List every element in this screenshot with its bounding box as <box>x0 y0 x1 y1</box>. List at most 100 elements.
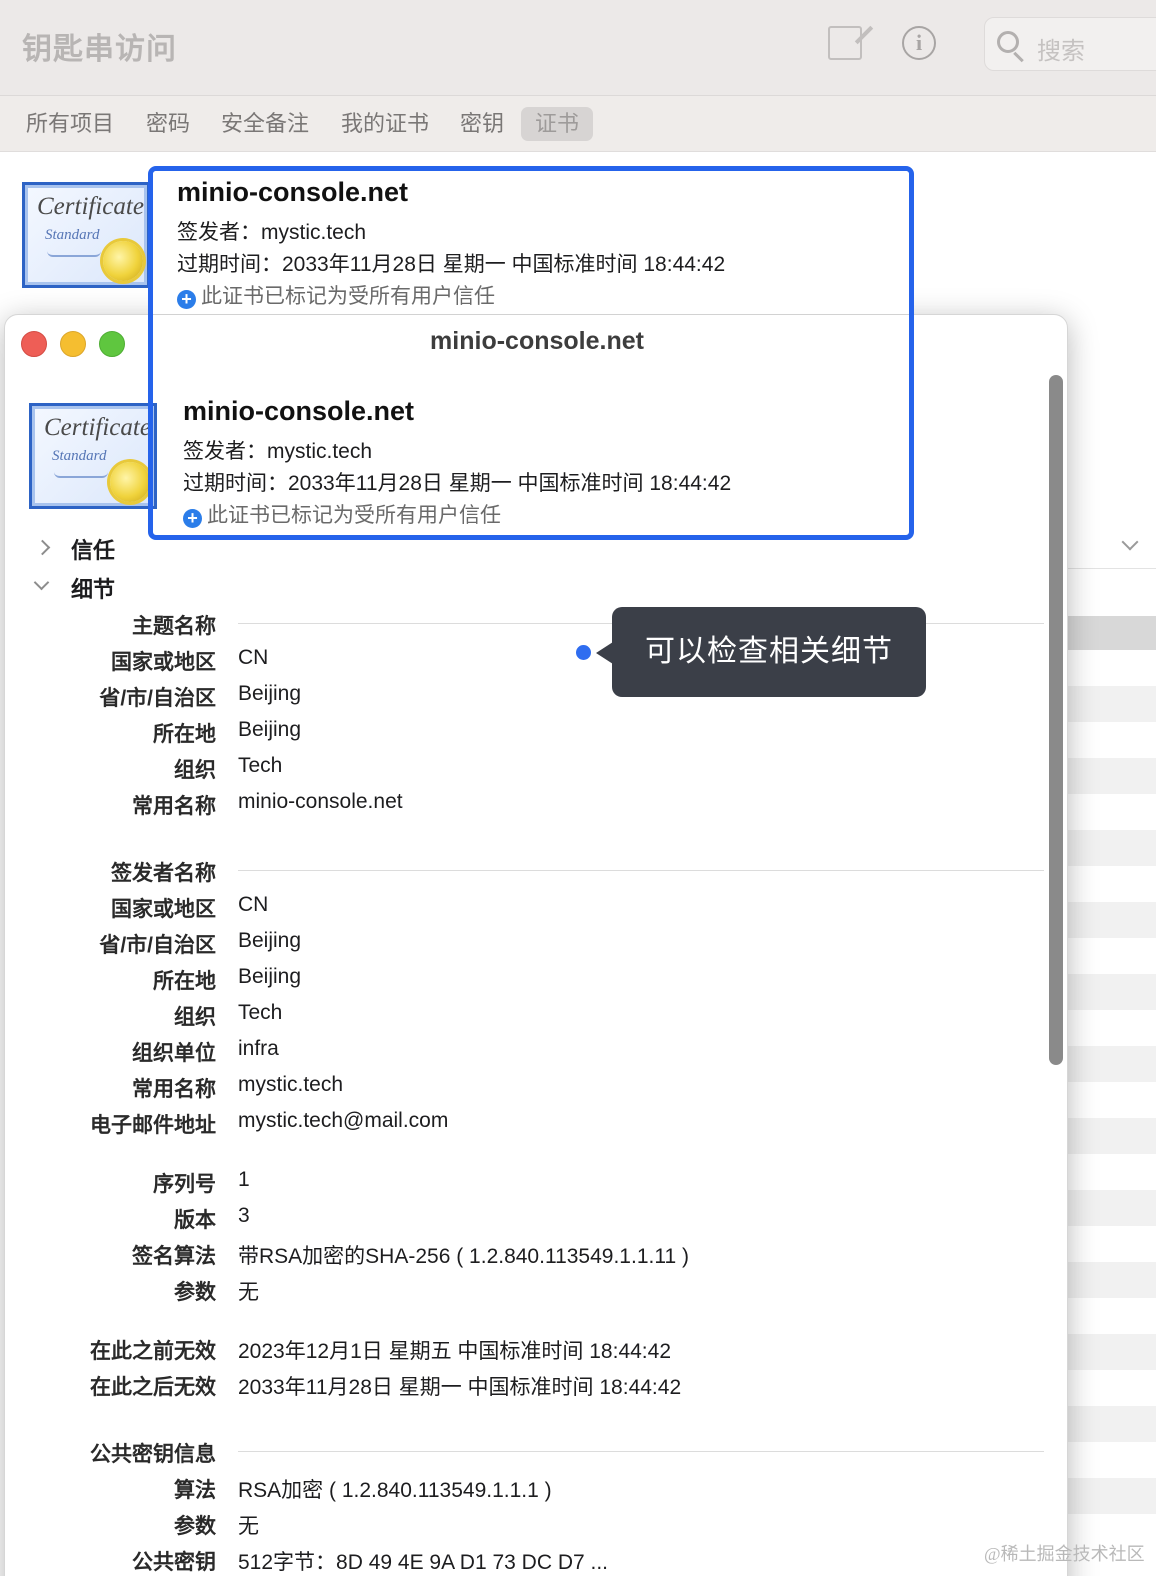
certificate-name: minio-console.net <box>177 177 409 207</box>
detail-value: 3 <box>238 1204 250 1227</box>
detail-label: 常用名称 <box>132 1078 216 1101</box>
watermark: @稀土掘金技术社区 <box>984 1544 1145 1564</box>
tab-my-certificates[interactable]: 我的证书 <box>337 107 433 141</box>
info-icon[interactable]: i <box>902 26 936 60</box>
list-row[interactable] <box>1066 1406 1156 1442</box>
certificate-icon: Certificate Standard <box>22 182 150 288</box>
detail-value: Beijing <box>238 929 302 952</box>
highlight-frame: minio-console.net 签发者：mystic.tech 过期时间：2… <box>148 166 914 540</box>
detail-value: 2033年11月28日 星期一 中国标准时间 18:44:42 <box>238 1376 682 1399</box>
trust-text: 此证书已标记为受所有用户信任 <box>207 504 501 527</box>
tooltip-anchor-dot <box>576 645 591 660</box>
detail-label: 组织单位 <box>132 1042 216 1065</box>
detail-value: Beijing <box>238 965 302 988</box>
list-row-summary[interactable]: minio-console.net 签发者：mystic.tech 过期时间：2… <box>153 171 909 314</box>
detail-value: mystic.tech <box>238 1073 344 1096</box>
trust-disclosure[interactable]: 信任 <box>71 533 115 565</box>
certificate-issuer: 签发者：mystic.tech <box>177 221 367 244</box>
list-row[interactable] <box>1066 974 1156 1010</box>
detail-value: 无 <box>238 1515 259 1538</box>
certificate-icon-word: Certificate <box>37 193 144 220</box>
detail-label: 省/市/自治区 <box>99 934 216 957</box>
search-field[interactable]: 搜索 <box>984 17 1156 71</box>
detail-label: 所在地 <box>153 723 216 746</box>
detail-label: 版本 <box>174 1209 216 1232</box>
tab-all-items[interactable]: 所有项目 <box>22 107 118 141</box>
detail-label: 序列号 <box>153 1173 216 1196</box>
list-row[interactable] <box>1066 1334 1156 1370</box>
detail-value: Beijing <box>238 718 302 741</box>
detail-value: CN <box>238 646 269 669</box>
certificate-trust: + 此证书已标记为受所有用户信任 <box>177 280 495 310</box>
certificate-expiry: 过期时间：2033年11月28日 星期一 中国标准时间 18:44:42 <box>177 253 726 276</box>
tab-secure-notes[interactable]: 安全备注 <box>217 107 313 141</box>
detail-label: 参数 <box>174 1515 216 1538</box>
category-tabs: 所有项目 密码 安全备注 我的证书 密钥 证书 <box>0 96 1156 152</box>
list-row[interactable] <box>1066 686 1156 722</box>
chevron-right-icon[interactable] <box>34 539 51 556</box>
toolbar: 钥匙串访问 i 搜索 <box>0 0 1156 96</box>
detail-value: 512字节：8D 49 4E 9A D1 73 DC D7 ... <box>238 1551 609 1574</box>
detail-value: CN <box>238 893 269 916</box>
list-row[interactable] <box>1066 902 1156 938</box>
detail-label: 组织 <box>174 1006 216 1029</box>
tooltip-arrow <box>596 642 613 664</box>
certificate-issuer: 签发者：mystic.tech <box>183 440 373 463</box>
seal-icon <box>103 241 143 281</box>
detail-value: minio-console.net <box>238 790 403 813</box>
detail-label: 在此之前无效 <box>90 1340 216 1363</box>
detail-label: 签名算法 <box>132 1245 216 1268</box>
certificate-trust: + 此证书已标记为受所有用户信任 <box>183 499 501 529</box>
certificate-icon-sub: Standard <box>52 448 107 464</box>
annotation-tooltip: 可以检查相关细节 <box>612 607 926 697</box>
tab-certificates[interactable]: 证书 <box>521 107 594 141</box>
detail-value: 2023年12月1日 星期五 中国标准时间 18:44:42 <box>238 1340 672 1363</box>
seal-icon <box>110 462 150 502</box>
detail-value: infra <box>238 1037 279 1060</box>
details-disclosure[interactable]: 细节 <box>71 572 115 604</box>
detail-label: 省/市/自治区 <box>99 687 216 710</box>
detail-label: 公共密钥 <box>132 1551 216 1574</box>
detail-value: 1 <box>238 1168 250 1191</box>
plus-circle-icon: + <box>183 509 202 528</box>
list-row[interactable] <box>1066 1046 1156 1082</box>
certificate-name: minio-console.net <box>183 396 415 426</box>
certificate-icon: Certificate Standard <box>29 403 157 509</box>
list-row[interactable] <box>1066 1190 1156 1226</box>
compose-icon[interactable] <box>828 26 862 60</box>
list-row[interactable] <box>1066 1262 1156 1298</box>
detail-label: 所在地 <box>153 970 216 993</box>
detail-label: 算法 <box>174 1479 216 1502</box>
detail-label: 参数 <box>174 1281 216 1304</box>
detail-value: 带RSA加密的SHA-256 ( 1.2.840.113549.1.1.11 ) <box>238 1245 689 1268</box>
public-key-heading: 公共密钥信息 <box>90 1443 216 1466</box>
tab-passwords[interactable]: 密码 <box>142 107 194 141</box>
detail-label: 电子邮件地址 <box>90 1114 216 1137</box>
chevron-down-icon[interactable] <box>1121 533 1139 551</box>
list-row[interactable] <box>1066 1478 1156 1514</box>
detail-label: 国家或地区 <box>111 898 216 921</box>
detail-value: Tech <box>238 754 283 777</box>
search-placeholder: 搜索 <box>1037 38 1085 65</box>
detail-value: RSA加密 ( 1.2.840.113549.1.1.1 ) <box>238 1479 552 1502</box>
detail-label: 常用名称 <box>132 795 216 818</box>
certificate-icon-word: Certificate <box>44 414 151 441</box>
detail-value: 无 <box>238 1281 259 1304</box>
subject-heading: 主题名称 <box>132 615 216 638</box>
list-row[interactable] <box>1066 830 1156 866</box>
list-row[interactable] <box>1066 758 1156 794</box>
detail-label: 在此之后无效 <box>90 1376 216 1399</box>
detail-label: 组织 <box>174 759 216 782</box>
plus-circle-icon: + <box>177 290 196 309</box>
detail-value: mystic.tech@mail.com <box>238 1109 449 1132</box>
chevron-down-icon[interactable] <box>33 574 50 591</box>
app-title: 钥匙串访问 <box>22 33 177 66</box>
search-icon <box>997 31 1019 53</box>
issuer-heading: 签发者名称 <box>111 862 216 885</box>
detail-value: Beijing <box>238 682 302 705</box>
scrollbar[interactable] <box>1049 375 1063 1065</box>
tab-keys[interactable]: 密钥 <box>456 107 508 141</box>
list-row[interactable] <box>1066 1118 1156 1154</box>
list-row-selected[interactable] <box>1066 616 1156 650</box>
detail-label: 国家或地区 <box>111 651 216 674</box>
